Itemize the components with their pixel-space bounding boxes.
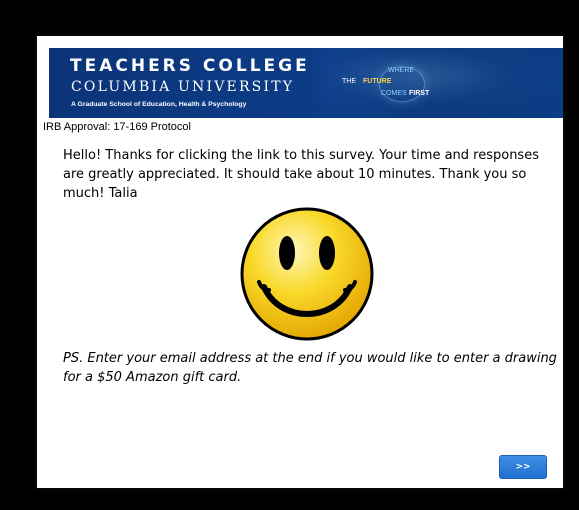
ps-note-text: PS. Enter your email address at the end … — [63, 351, 557, 385]
slogan-comes: COMES — [381, 90, 407, 97]
survey-card: TEACHERS COLLEGE COLUMBIA UNIVERSITY A G… — [37, 36, 563, 488]
irb-approval-text: IRB Approval: 17-169 Protocol — [43, 121, 191, 133]
smiley-face-icon — [240, 207, 374, 341]
institution-name: TEACHERS COLLEGE — [70, 56, 310, 76]
intro-text: Hello! Thanks for clicking the link to t… — [63, 148, 539, 201]
slogan-where: WHERE — [388, 67, 415, 74]
institution-tagline: A Graduate School of Education, Health &… — [71, 101, 247, 108]
slogan-logo: WHERE THE FUTURE COMES FIRST — [337, 64, 457, 106]
slogan-the: THE — [342, 78, 356, 85]
slogan-future: FUTURE — [363, 78, 392, 85]
next-button[interactable]: >> — [499, 455, 547, 479]
header-banner: TEACHERS COLLEGE COLUMBIA UNIVERSITY A G… — [49, 48, 563, 118]
university-name: COLUMBIA UNIVERSITY — [71, 79, 295, 95]
slogan-first: FIRST — [409, 90, 430, 97]
